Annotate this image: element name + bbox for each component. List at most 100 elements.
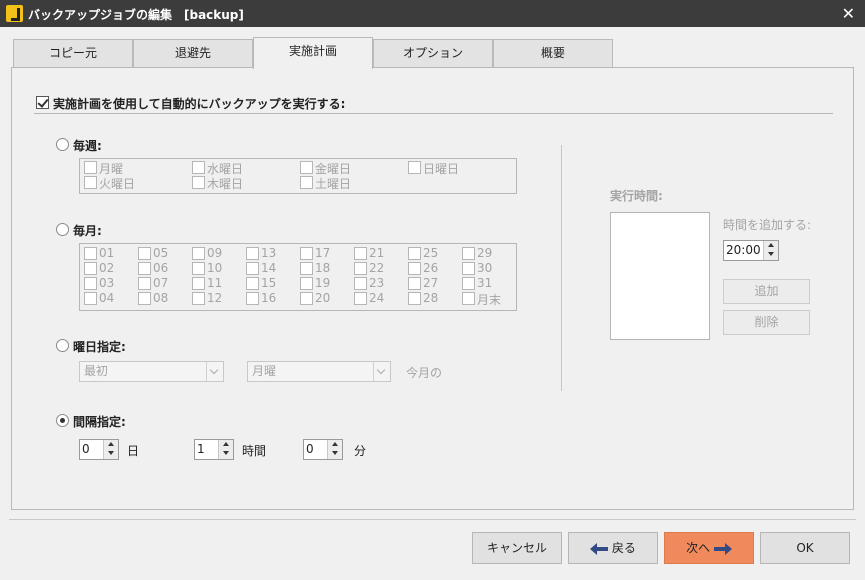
tab-options[interactable]: オプション [373, 39, 493, 68]
minutes-spinner[interactable]: 0 [303, 439, 343, 460]
dialog-window: バックアップジョブの編集 [backup] ✕ コピー元 退避先 実施計画 オプ… [0, 0, 865, 580]
spinner-arrows-icon[interactable] [327, 440, 342, 459]
hours-spinner[interactable]: 1 [194, 439, 234, 460]
days-spinner[interactable]: 0 [79, 439, 119, 460]
interval-radio[interactable] [56, 414, 69, 427]
month-day-checkbox[interactable] [192, 247, 205, 260]
arrow-right-icon [713, 542, 732, 555]
month-day-label: 07 [153, 276, 169, 290]
month-day-checkbox[interactable] [192, 277, 205, 290]
hours-value: 1 [197, 442, 205, 456]
weekly-radio[interactable] [56, 138, 69, 151]
month-day-label: 30 [477, 261, 493, 275]
month-day-checkbox[interactable] [138, 292, 151, 305]
month-day-checkbox[interactable] [138, 277, 151, 290]
month-day-checkbox[interactable] [462, 292, 475, 305]
month-day-checkbox[interactable] [354, 247, 367, 260]
weekday-checkbox-sun[interactable] [408, 161, 421, 174]
weekly-label: 毎週: [73, 139, 102, 153]
month-day-label: 06 [153, 261, 169, 275]
monthly-radio[interactable] [56, 223, 69, 236]
close-icon[interactable]: ✕ [842, 4, 855, 23]
month-day-label: 17 [315, 246, 331, 260]
month-day-label: 24 [369, 291, 385, 305]
tab-destination[interactable]: 退避先 [133, 39, 253, 68]
month-day-checkbox[interactable] [84, 247, 97, 260]
days-value: 0 [82, 442, 90, 456]
month-day-label: 09 [207, 246, 223, 260]
month-day-checkbox[interactable] [408, 292, 421, 305]
month-day-label: 22 [369, 261, 385, 275]
month-day-checkbox[interactable] [246, 247, 259, 260]
back-button[interactable]: 戻る [568, 532, 658, 564]
month-day-checkbox[interactable] [246, 292, 259, 305]
month-day-label: 28 [423, 291, 439, 305]
month-day-checkbox[interactable] [354, 262, 367, 275]
month-day-checkbox[interactable] [408, 277, 421, 290]
weekday-checkbox-wed[interactable] [192, 161, 205, 174]
enable-schedule-checkbox[interactable] [36, 96, 49, 109]
weekday-label: 火曜日 [99, 177, 136, 191]
run-time-list[interactable] [610, 212, 710, 340]
delete-time-button[interactable]: 削除 [723, 310, 810, 335]
spinner-arrows-icon[interactable] [763, 241, 778, 260]
month-day-checkbox[interactable] [84, 292, 97, 305]
month-day-label: 21 [369, 246, 385, 260]
weekday-of-month-radio[interactable] [56, 339, 69, 352]
month-day-label: 18 [315, 261, 331, 275]
month-day-label: 25 [423, 246, 439, 260]
ok-button[interactable]: OK [760, 532, 850, 564]
add-time-button[interactable]: 追加 [723, 279, 810, 304]
month-day-checkbox[interactable] [192, 292, 205, 305]
month-day-checkbox[interactable] [84, 277, 97, 290]
title-bar: バックアップジョブの編集 [backup] ✕ [0, 0, 865, 27]
ordinal-select[interactable]: 最初 [79, 361, 224, 382]
month-day-checkbox[interactable] [246, 262, 259, 275]
weekday-checkbox-mon[interactable] [84, 161, 97, 174]
month-day-checkbox[interactable] [300, 277, 313, 290]
month-day-checkbox[interactable] [300, 292, 313, 305]
month-day-checkbox[interactable] [462, 262, 475, 275]
month-day-checkbox[interactable] [246, 277, 259, 290]
month-day-checkbox[interactable] [84, 262, 97, 275]
spinner-arrows-icon[interactable] [103, 440, 118, 459]
month-day-label: 05 [153, 246, 169, 260]
weekday-checkbox-tue[interactable] [84, 176, 97, 189]
month-day-checkbox[interactable] [192, 262, 205, 275]
month-day-label: 月末 [477, 293, 502, 307]
time-spinner[interactable]: 20:00 [723, 240, 779, 261]
this-month-label: 今月の [406, 366, 443, 380]
month-day-checkbox[interactable] [408, 247, 421, 260]
month-day-checkbox[interactable] [354, 292, 367, 305]
day-select[interactable]: 月曜 [247, 361, 391, 382]
month-day-checkbox[interactable] [300, 262, 313, 275]
tab-schedule[interactable]: 実施計画 [253, 37, 373, 69]
add-time-label: 時間を追加する: [723, 218, 812, 232]
chevron-down-icon [206, 362, 223, 381]
month-day-label: 01 [99, 246, 115, 260]
day-select-value: 月曜 [252, 364, 277, 378]
tab-source[interactable]: コピー元 [13, 39, 133, 68]
month-day-checkbox[interactable] [138, 262, 151, 275]
ordinal-select-value: 最初 [84, 364, 109, 378]
footer-separator [9, 519, 856, 520]
weekday-checkbox-thu[interactable] [192, 176, 205, 189]
next-button[interactable]: 次へ [664, 532, 754, 564]
days-unit-label: 日 [127, 444, 140, 458]
cancel-button[interactable]: キャンセル [472, 532, 562, 564]
weekday-checkbox-fri[interactable] [300, 161, 313, 174]
weekday-label: 土曜日 [315, 177, 352, 191]
month-day-checkbox[interactable] [462, 277, 475, 290]
month-day-checkbox[interactable] [138, 247, 151, 260]
month-day-label: 10 [207, 261, 223, 275]
month-day-label: 02 [99, 261, 115, 275]
next-label: 次へ [686, 541, 711, 555]
month-day-checkbox[interactable] [408, 262, 421, 275]
month-day-checkbox[interactable] [462, 247, 475, 260]
weekday-checkbox-sat[interactable] [300, 176, 313, 189]
weekday-label: 日曜日 [423, 162, 460, 176]
tab-summary[interactable]: 概要 [493, 39, 613, 68]
month-day-checkbox[interactable] [300, 247, 313, 260]
month-day-checkbox[interactable] [354, 277, 367, 290]
spinner-arrows-icon[interactable] [218, 440, 233, 459]
